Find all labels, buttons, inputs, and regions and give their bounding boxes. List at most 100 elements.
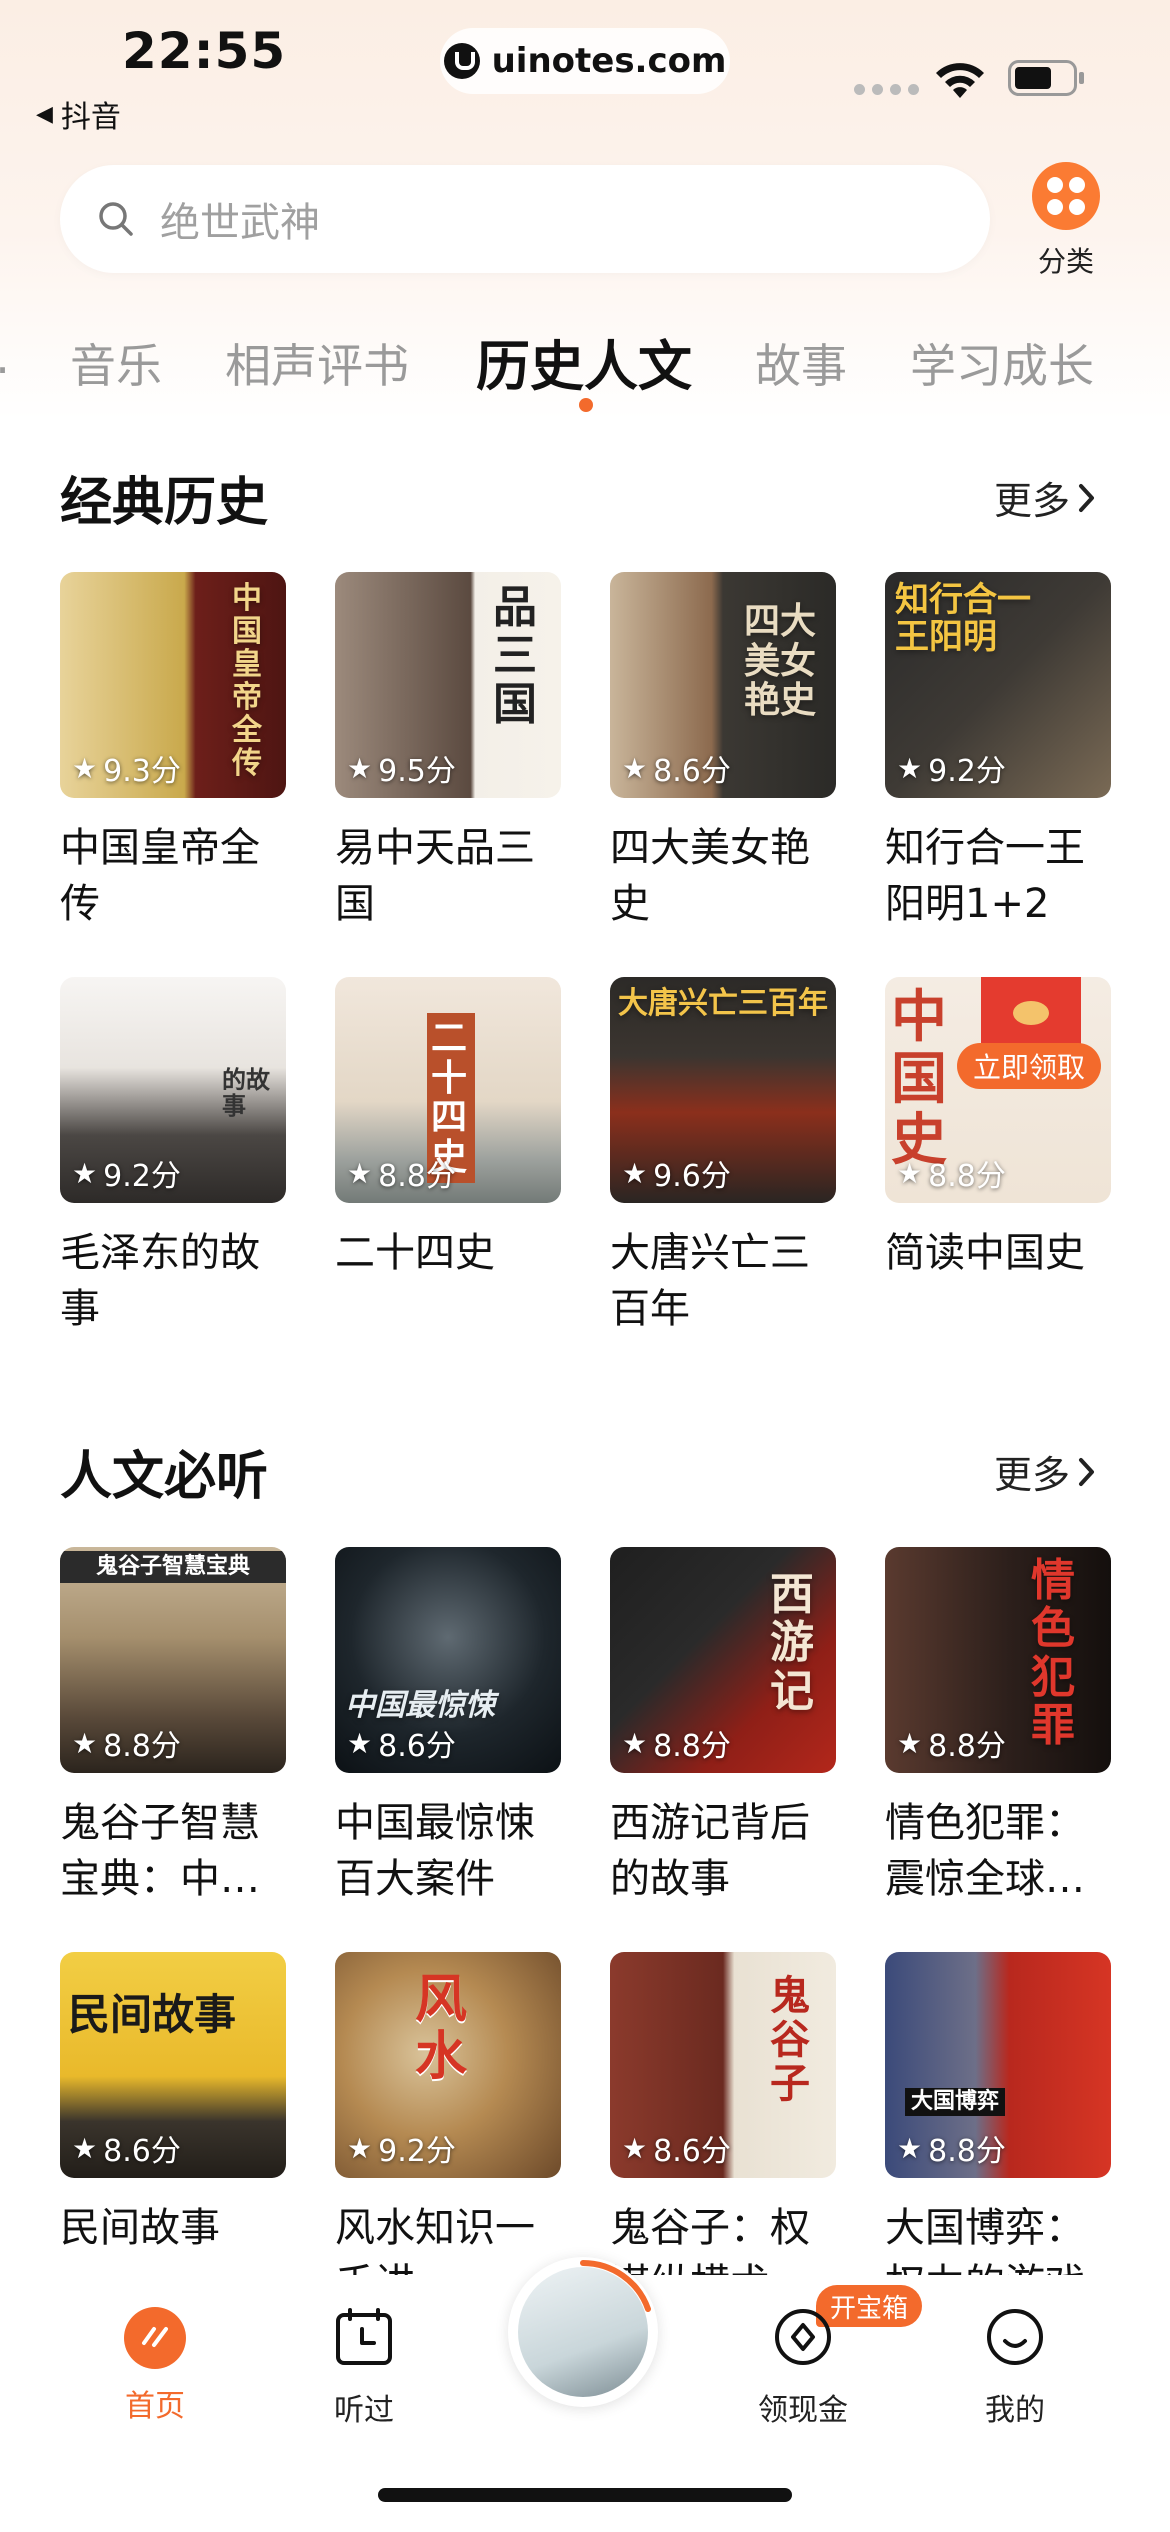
battery-icon xyxy=(1008,60,1084,96)
tab-home[interactable]: 首页 xyxy=(85,2305,225,2425)
more-button-classic-history[interactable]: 更多 xyxy=(994,470,1098,525)
star-icon: ★ xyxy=(622,751,648,785)
cover-title: 西游记 xyxy=(770,1569,814,1717)
more-button-humanities[interactable]: 更多 xyxy=(994,1444,1098,1499)
star-icon: ★ xyxy=(347,751,373,785)
rating: ★ 8.8分 xyxy=(897,1726,1006,1765)
cash-coin-icon xyxy=(775,2309,831,2365)
back-app-label: 抖音 xyxy=(60,100,121,135)
album-card[interactable]: 鬼谷子智慧宝典 ★ 8.8分 鬼谷子智慧宝典：中… xyxy=(60,1547,286,1907)
home-icon xyxy=(124,2307,186,2369)
now-playing-button[interactable] xyxy=(508,2257,658,2407)
album-cover: 知行合一王阳明 ★ 9.2分 xyxy=(885,572,1111,798)
cover-title: 品三国 xyxy=(493,582,537,730)
now-playing-artwork xyxy=(518,2267,648,2397)
star-icon: ★ xyxy=(72,2131,98,2165)
album-title: 西游记背后的故事 xyxy=(610,1800,810,1902)
star-icon: ★ xyxy=(347,1156,373,1190)
album-cover: 中国最惊悚 ★ 8.6分 xyxy=(335,1547,561,1773)
profile-smile-icon xyxy=(987,2309,1043,2365)
album-card[interactable]: 的故事 ★ 9.2分 毛泽东的故事 xyxy=(60,977,286,1337)
home-indicator xyxy=(378,2488,792,2502)
album-card[interactable]: 情色犯罪 ★ 8.8分 情色犯罪：震惊全球… xyxy=(885,1547,1111,1907)
category-label: 分类 xyxy=(1037,245,1094,278)
cover-title: 风水 xyxy=(415,1970,468,2088)
album-title: 中国皇帝全传 xyxy=(60,825,260,927)
rating: ★ 9.2分 xyxy=(72,1156,181,1195)
album-cover: 风水 ★ 9.2分 xyxy=(335,1952,561,2178)
cover-title: 民间故事 xyxy=(68,1990,237,2039)
star-icon: ★ xyxy=(897,2131,923,2165)
album-cover: 情色犯罪 ★ 8.8分 xyxy=(885,1547,1111,1773)
rating: ★ 8.8分 xyxy=(347,1156,456,1195)
section-title-classic-history: 经典历史 xyxy=(60,473,269,533)
album-cover: 鬼谷子 ★ 8.6分 xyxy=(610,1952,836,2178)
tab-history[interactable]: 历史人文 xyxy=(476,322,692,401)
rating: ★ 8.8分 xyxy=(897,2131,1006,2170)
cover-title: 大唐兴亡三百年 xyxy=(618,986,828,1021)
album-title: 易中天品三国 xyxy=(335,825,535,927)
album-card[interactable]: 二十四史 ★ 8.8分 二十四史 xyxy=(335,977,561,1337)
url-pill[interactable]: uinotes.com xyxy=(440,28,730,94)
cover-title: 鬼谷子 xyxy=(770,1973,810,2107)
star-icon: ★ xyxy=(72,1156,98,1190)
tab-crosstalk[interactable]: 相声评书 xyxy=(225,330,409,396)
rating: ★ 9.2分 xyxy=(347,2131,456,2170)
album-cover: 中国史 立即领取 ★ 8.8分 xyxy=(885,977,1111,1203)
status-bar: 22:55 ◀ 抖音 uinotes.com xyxy=(0,0,1170,150)
search-input[interactable]: 绝世武神 xyxy=(60,165,990,273)
tab-learning[interactable]: 学习成长 xyxy=(910,330,1094,396)
tab-music[interactable]: 音乐 xyxy=(70,330,162,396)
tab-cash-label: 领现金 xyxy=(758,2393,848,2428)
album-card[interactable]: 知行合一王阳明 ★ 9.2分 知行合一王阳明1+2 xyxy=(885,572,1111,932)
back-to-app[interactable]: ◀ 抖音 xyxy=(36,92,121,136)
rating: ★ 8.6分 xyxy=(347,1726,456,1765)
album-card[interactable]: 中国最惊悚 ★ 8.6分 中国最惊悚百大案件 xyxy=(335,1547,561,1907)
star-icon: ★ xyxy=(72,751,98,785)
rating: ★ 8.6分 xyxy=(622,2131,731,2170)
search-placeholder: 绝世武神 xyxy=(160,200,320,246)
tab-cash[interactable]: 领现金 xyxy=(733,2305,873,2429)
rating: ★ 8.8分 xyxy=(72,1726,181,1765)
history-icon xyxy=(336,2308,392,2365)
cellular-signal-icon xyxy=(854,84,919,95)
claim-now-button[interactable]: 立即领取 xyxy=(957,1043,1102,1089)
album-cover: 大唐兴亡三百年 ★ 9.6分 xyxy=(610,977,836,1203)
more-label: 更多 xyxy=(994,479,1071,523)
album-card[interactable]: 大国博弈 ★8.8分 大国博弈：权力的游戏 xyxy=(885,1952,1111,2312)
star-icon: ★ xyxy=(622,2131,648,2165)
cover-title: 四大美女艳史 xyxy=(744,601,817,722)
back-triangle-icon: ◀ xyxy=(36,101,53,127)
album-cover: 民间故事 ★ 8.6分 xyxy=(60,1952,286,2178)
chevron-right-icon xyxy=(1079,483,1095,512)
album-cover: 中国皇帝全传 ★ 9.3分 xyxy=(60,572,286,798)
album-cover: 的故事 ★ 9.2分 xyxy=(60,977,286,1203)
tab-me-label: 我的 xyxy=(985,2393,1045,2428)
rating: ★ 9.3分 xyxy=(72,751,181,790)
cover-title: 中国史 xyxy=(891,985,947,1174)
album-card[interactable]: 中国皇帝全传 ★ 9.3分 中国皇帝全传 xyxy=(60,572,286,932)
tab-listened[interactable]: 听过 xyxy=(294,2305,434,2429)
rating: ★ 9.2分 xyxy=(897,751,1006,790)
category-button[interactable]: 分类 xyxy=(1022,162,1110,280)
star-icon: ★ xyxy=(897,1726,923,1760)
tab-partial-left[interactable]: ... xyxy=(0,330,10,384)
tab-listened-label: 听过 xyxy=(334,2393,394,2428)
tab-home-label: 首页 xyxy=(125,2389,185,2424)
star-icon: ★ xyxy=(622,1726,648,1760)
album-card[interactable]: 中国史 立即领取 ★ 8.8分 简读中国史 xyxy=(885,977,1111,1337)
app-root: 22:55 ◀ 抖音 uinotes.com 绝世武神 分类 音乐 相声评书 历… xyxy=(0,0,1170,2532)
album-card[interactable]: 四大美女艳史 ★ 8.6分 四大美女艳史 xyxy=(610,572,836,932)
album-card[interactable]: 品三国 ★ 9.5分 易中天品三国 xyxy=(335,572,561,932)
album-card[interactable]: 西游记 ★ 8.8分 西游记背后的故事 xyxy=(610,1547,836,1907)
album-cover: 品三国 ★ 9.5分 xyxy=(335,572,561,798)
album-card[interactable]: 民间故事 ★ 8.6分 民间故事 xyxy=(60,1952,286,2312)
cover-title: 情色犯罪 xyxy=(1031,1555,1075,1752)
tab-stories[interactable]: 故事 xyxy=(755,330,847,396)
rating: ★ 8.8分 xyxy=(897,1156,1006,1195)
album-card[interactable]: 大唐兴亡三百年 ★ 9.6分 大唐兴亡三百年 xyxy=(610,977,836,1337)
tab-me[interactable]: 我的 xyxy=(945,2305,1085,2429)
album-title: 大唐兴亡三百年 xyxy=(610,1230,810,1332)
cover-title: 的故事 xyxy=(222,1066,270,1121)
rating: ★ 9.5分 xyxy=(347,751,456,790)
